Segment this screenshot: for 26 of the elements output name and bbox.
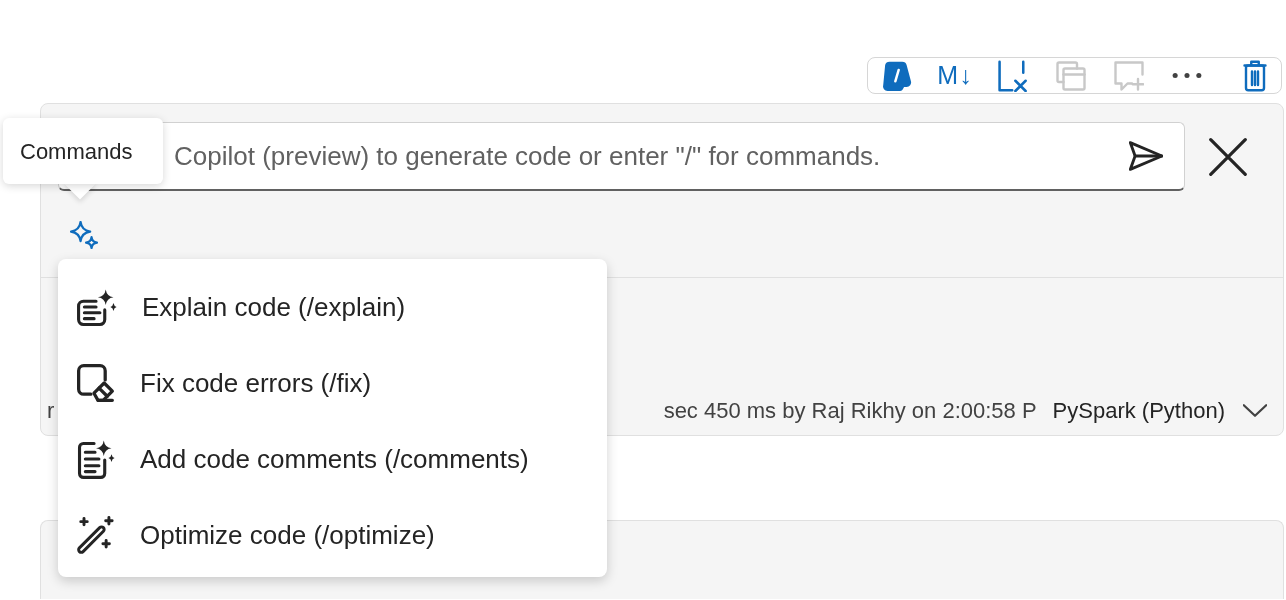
menu-item[interactable]: Explain code (/explain) [58,269,607,345]
tooltip: Commands [3,118,163,200]
logo-icon [882,60,912,91]
status-text: r [47,397,55,425]
menu-item[interactable]: Fix code errors (/fix) [58,345,607,421]
sparkle-icon [70,221,98,249]
markdown-button[interactable]: M↓ [932,58,978,93]
stacked-windows-icon [1056,60,1086,91]
clear-icon [998,59,1028,92]
send-button[interactable] [1129,141,1163,171]
eraser-icon [77,364,115,402]
send-icon [1129,141,1163,171]
more-icon [1172,72,1202,79]
close-icon [1209,137,1247,176]
document-sparkle-icon [77,439,115,479]
document-sparkle-icon [77,288,117,326]
comment-add-icon [1114,60,1144,91]
close-button[interactable] [1209,137,1247,176]
magic-wand-icon [77,516,115,554]
trash-icon [1243,59,1267,92]
menu-item[interactable]: Add code comments (/comments) [58,421,607,497]
language-dropdown[interactable]: PySpark (Python) [1052,394,1267,427]
menu-item[interactable]: Optimize code (/optimize) [58,497,607,573]
chevron-down-icon [1243,404,1267,417]
run-info-text: sec 450 ms by Raj Rikhy on 2:00:58 P [663,397,1037,425]
commands-button[interactable] [70,221,98,249]
